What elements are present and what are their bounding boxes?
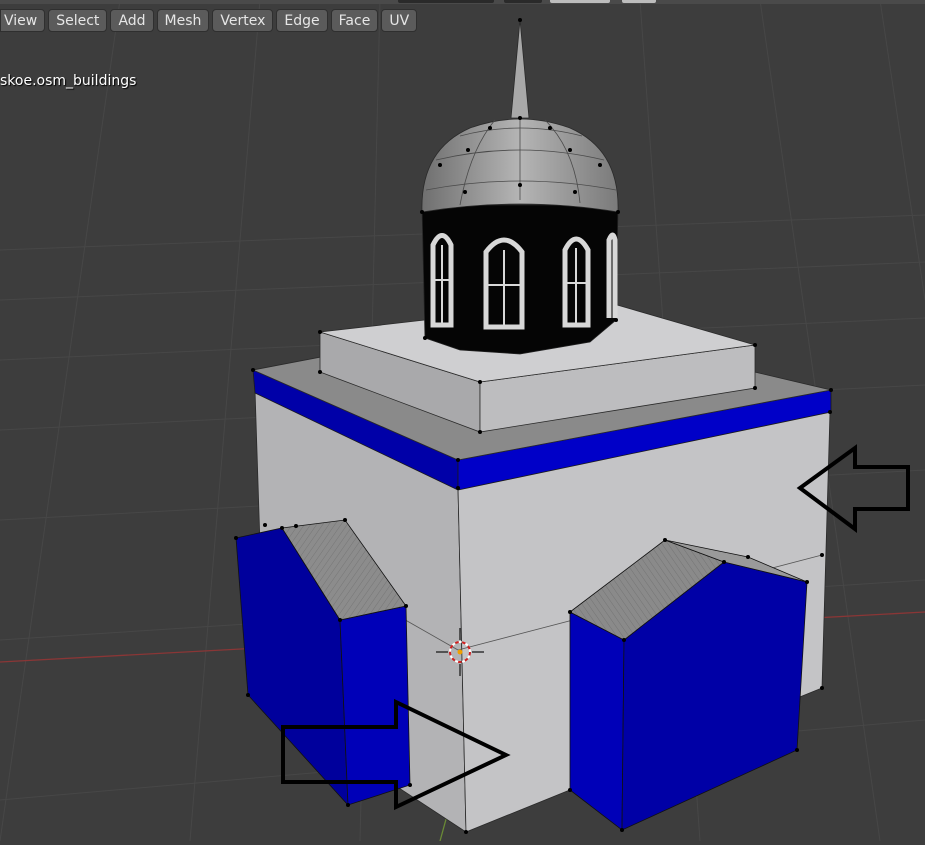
menu-face[interactable]: Face [330, 9, 379, 32]
select-mode-toggle[interactable] [550, 0, 610, 3]
menu-add[interactable]: Add [110, 9, 154, 32]
dome-drum[interactable] [421, 204, 619, 355]
viewport-toggle[interactable] [504, 0, 542, 3]
menu-mesh[interactable]: Mesh [156, 9, 210, 32]
overlay-toggle[interactable] [622, 0, 656, 3]
dome[interactable] [421, 116, 619, 213]
menu-edge[interactable]: Edge [276, 9, 328, 32]
menu-uv[interactable]: UV [381, 9, 418, 32]
menu-select[interactable]: Select [48, 9, 108, 32]
3d-viewport[interactable]: View Select Add Mesh Vertex Edge Face UV… [0, 0, 925, 842]
viewport-canvas[interactable] [0, 0, 925, 842]
menu-view[interactable]: View [0, 9, 46, 32]
origin-dot [457, 649, 463, 655]
spire[interactable] [510, 19, 530, 119]
editor-menubar: View Select Add Mesh Vertex Edge Face UV [0, 9, 418, 33]
mode-dropdown[interactable] [398, 0, 494, 3]
menu-vertex[interactable]: Vertex [212, 9, 274, 32]
active-object-name: skoe.osm_buildings [0, 73, 137, 89]
